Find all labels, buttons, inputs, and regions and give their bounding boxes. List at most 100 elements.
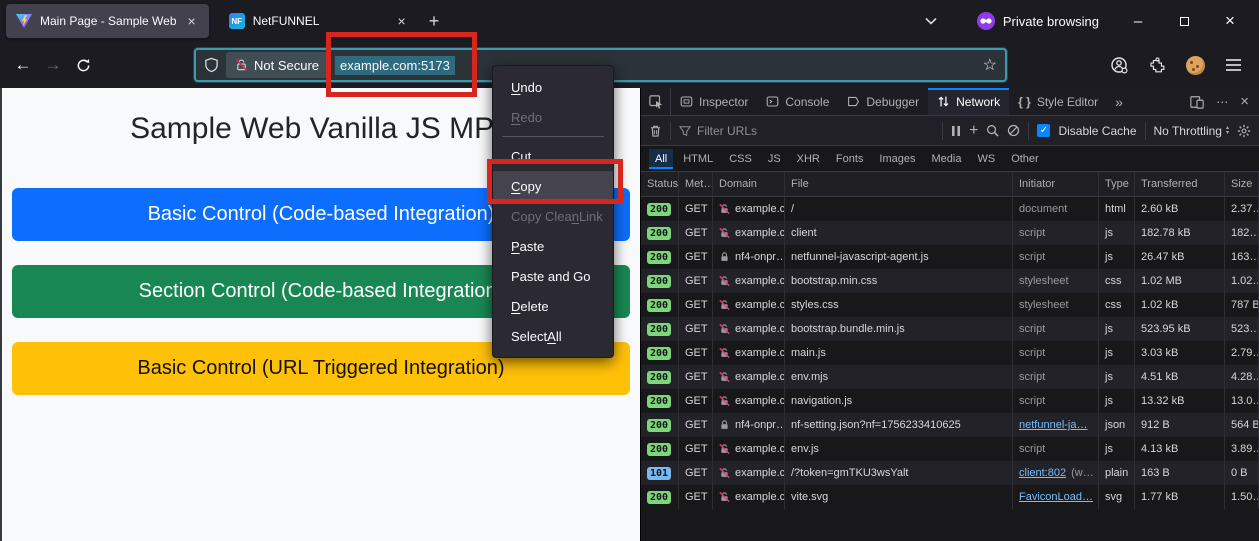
devtools-tab-network[interactable]: Network — [928, 88, 1010, 115]
forward-button[interactable]: → — [38, 50, 68, 80]
lock-slash-icon — [719, 203, 730, 215]
initiator-text: script — [1019, 371, 1046, 383]
block-requests-icon[interactable] — [1007, 124, 1020, 137]
close-window-button[interactable]: × — [1207, 4, 1253, 38]
initiator-link[interactable]: client:802 — [1019, 467, 1066, 479]
tab-main-page[interactable]: Main Page - Sample Web × — [6, 4, 209, 38]
initiator-text: document — [1019, 203, 1068, 215]
column-header-initiator[interactable]: Initiator — [1013, 172, 1099, 196]
initiator-extra: (w… — [1071, 467, 1094, 479]
tab-close-icon[interactable]: × — [395, 13, 409, 29]
debugger-icon — [847, 95, 860, 108]
request-row[interactable]: 200 GET example.c…styles.css stylesheet css1… — [641, 293, 1259, 317]
tab-close-icon[interactable]: × — [185, 13, 199, 29]
filter-html[interactable]: HTML — [677, 149, 719, 169]
menu-item-redo[interactable]: Redo — [493, 102, 613, 132]
status-cell: 200 — [641, 389, 679, 413]
throttling-dropdown[interactable]: No Throttling ▴ ▾ — [1154, 124, 1230, 138]
netfunnel-favicon-icon: NF — [228, 13, 245, 29]
reload-button[interactable] — [68, 50, 98, 80]
method-cell: GET — [679, 293, 713, 317]
request-row[interactable]: 200 GET example.c…bootstrap.min.css stylesh… — [641, 269, 1259, 293]
column-header-transferred[interactable]: Transferred — [1135, 172, 1225, 196]
extensions-puzzle-icon[interactable] — [1143, 51, 1171, 79]
request-row[interactable]: 101GETexample.c…/?token=gmTKU3wsYaltclie… — [641, 461, 1259, 485]
network-table-body: 200GETexample.c…/documenthtml2.60 kB2.37… — [641, 197, 1259, 509]
request-row[interactable]: 200 GET example.c…main.js script js3.03 kB2.… — [641, 341, 1259, 365]
devtools-tab-debugger[interactable]: Debugger — [838, 88, 928, 115]
maximize-button[interactable] — [1161, 4, 1207, 38]
filter-ws[interactable]: WS — [971, 149, 1001, 169]
initiator-cell: netfunnel-ja… — [1013, 413, 1099, 437]
clear-requests-trash-icon[interactable] — [649, 124, 662, 138]
request-row[interactable]: 200 GET example.c…/ document html2.60 kB2.37… — [641, 197, 1259, 221]
search-icon[interactable] — [986, 124, 1000, 137]
filter-css[interactable]: CSS — [723, 149, 758, 169]
request-row[interactable]: 200 GET nf4-onpr… netfunnel-javascript-agen… — [641, 245, 1259, 269]
new-request-plus-icon[interactable]: + — [969, 122, 978, 140]
domain-cell: example.c… — [713, 293, 785, 317]
filter-images[interactable]: Images — [873, 149, 921, 169]
request-row[interactable]: 200GETexample.c…navigation.jsscriptjs13.… — [641, 389, 1259, 413]
menu-item-copy-clean-link[interactable]: Copy Clea n Link — [493, 201, 613, 231]
devtools-tab-style-editor[interactable]: { } Style Editor — [1009, 88, 1107, 115]
filter-xhr[interactable]: XHR — [791, 149, 826, 169]
devtools-close-icon[interactable]: × — [1240, 93, 1249, 110]
column-header-met[interactable]: Met… — [679, 172, 713, 196]
pause-recording-icon[interactable] — [951, 125, 961, 137]
app-menu-hamburger-icon[interactable] — [1219, 51, 1247, 79]
column-header-domain[interactable]: Domain — [713, 172, 785, 196]
domain-cell: example.c… — [713, 269, 785, 293]
element-picker-icon[interactable] — [641, 88, 671, 115]
bookmark-star-icon[interactable]: ☆ — [983, 55, 997, 75]
devtools-tab-inspector[interactable]: Inspector — [671, 88, 757, 115]
file-cell: navigation.js — [785, 389, 1013, 413]
column-header-size[interactable]: Size — [1225, 172, 1259, 196]
status-badge: 200 — [647, 346, 672, 360]
menu-item-paste-and-go[interactable]: Paste and Go — [493, 261, 613, 291]
responsive-design-icon[interactable] — [1190, 95, 1204, 109]
profile-avatar[interactable] — [1181, 51, 1209, 79]
devtools-meatball-menu-icon[interactable]: ⋯ — [1216, 95, 1228, 109]
tab-title: NetFUNNEL — [252, 14, 320, 28]
account-icon[interactable] — [1105, 51, 1133, 79]
filter-all[interactable]: All — [649, 148, 674, 169]
column-header-file[interactable]: File — [785, 172, 1013, 196]
filter-other[interactable]: Other — [1005, 149, 1045, 169]
network-settings-gear-icon[interactable] — [1237, 124, 1251, 138]
not-secure-chip[interactable]: Not Secure — [226, 52, 329, 78]
url-context-menu: Undo Redo Cu t Copy Copy Clea n Link Paste Paste… — [492, 65, 614, 358]
filter-urls-input[interactable]: Filter URLs — [679, 124, 934, 138]
devtools-tab-console[interactable]: Console — [757, 88, 838, 115]
type-cell: html — [1099, 197, 1135, 221]
request-row[interactable]: 200 GET example.c…env.mjs script js4.51 kB4.… — [641, 365, 1259, 389]
disable-cache-label[interactable]: Disable Cache — [1058, 124, 1136, 138]
minimize-button[interactable]: – — [1115, 4, 1161, 38]
method-cell: GET — [679, 221, 713, 245]
filter-media[interactable]: Media — [925, 149, 967, 169]
tab-list-chevron-icon[interactable] — [925, 17, 937, 25]
back-button[interactable]: ← — [8, 50, 38, 80]
column-header-status[interactable]: Status — [641, 172, 679, 196]
initiator-link[interactable]: FaviconLoad… — [1019, 491, 1093, 503]
request-row[interactable]: 200GETexample.c…vite.svgFaviconLoad…svg1… — [641, 485, 1259, 509]
domain-text: example.c… — [735, 275, 785, 287]
more-tabs-chevron-icon[interactable]: » — [1107, 88, 1131, 115]
domain-text: nf4-onpr… — [735, 251, 785, 263]
new-tab-button[interactable]: + — [419, 9, 450, 34]
column-header-type[interactable]: Type — [1099, 172, 1135, 196]
filter-js[interactable]: JS — [762, 149, 787, 169]
menu-item-undo[interactable]: Undo — [493, 72, 613, 102]
initiator-link[interactable]: netfunnel-ja… — [1019, 419, 1088, 431]
request-row[interactable]: 200 GET example.c…bootstrap.bundle.min.js s… — [641, 317, 1259, 341]
menu-item-paste[interactable]: Paste — [493, 231, 613, 261]
menu-item-delete[interactable]: Delete — [493, 291, 613, 321]
size-cell: 787 B — [1225, 293, 1259, 317]
shield-icon[interactable] — [204, 57, 219, 73]
menu-item-select-all[interactable]: Select All — [493, 321, 613, 351]
request-row[interactable]: 200 GET example.c…env.js script js4.13 kB3.8… — [641, 437, 1259, 461]
request-row[interactable]: 200 GET example.c…client script js182.78 kB1… — [641, 221, 1259, 245]
filter-fonts[interactable]: Fonts — [830, 149, 870, 169]
disable-cache-checkbox[interactable]: ✓ — [1037, 124, 1051, 137]
request-row[interactable]: 200 GET nf4-onpr… nf-setting.json?nf=175623… — [641, 413, 1259, 437]
